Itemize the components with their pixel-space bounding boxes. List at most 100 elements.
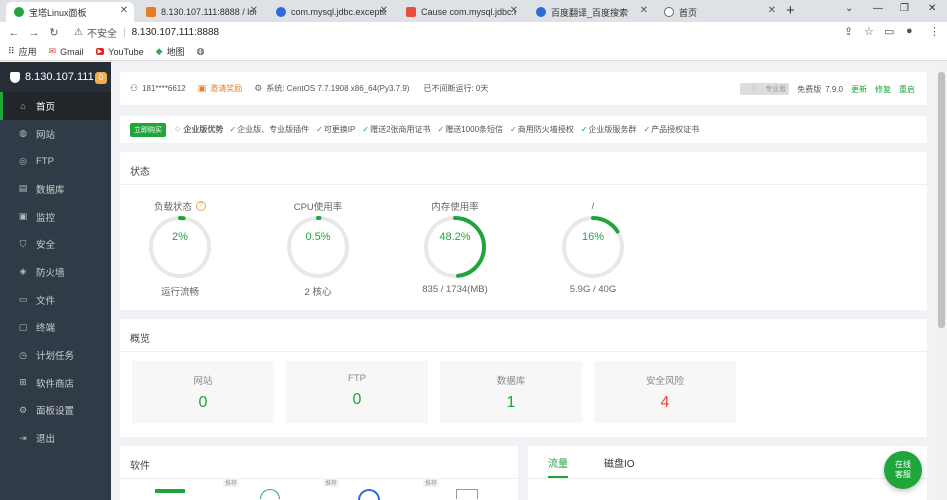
check-icon: ✓	[362, 125, 370, 134]
divider	[120, 478, 518, 479]
divider	[120, 184, 927, 185]
browser-tab-bt-panel[interactable]: 宝塔Linux面板 ✕	[6, 2, 134, 22]
gauge-disk[interactable]: / 16% 5.9G / 40G	[538, 199, 648, 295]
sidebar-item-logout[interactable]: ⇥ 退出	[0, 424, 111, 452]
edition-label: 免费版	[797, 84, 822, 94]
pro-badge[interactable]: ♢ 专业版	[739, 83, 790, 95]
sidebar-item-terminal[interactable]: ▢ 终端	[0, 314, 111, 342]
close-icon[interactable]: ✕	[768, 5, 776, 16]
server-host: 8.130.107.111	[25, 71, 94, 83]
software-icon[interactable]	[260, 489, 280, 499]
close-icon[interactable]: ✕	[250, 5, 258, 16]
help-icon[interactable]: ?	[196, 201, 206, 211]
browser-tab-cause[interactable]: Cause com.mysql.jdbc.ex ✕	[398, 2, 524, 22]
gmail-icon: ✉	[48, 46, 57, 56]
sidebar-item-store[interactable]: ⊞ 软件商店	[0, 369, 111, 397]
bookmark-gmail[interactable]: ✉ Gmail	[49, 46, 84, 57]
reload-icon[interactable]: ↻	[44, 26, 64, 39]
sidebar-item-firewall[interactable]: ◈ 防火墙	[0, 258, 111, 286]
stat-value[interactable]: 0	[286, 391, 428, 409]
sidebar-item-database[interactable]: ▤ 数据库	[0, 175, 111, 203]
close-icon[interactable]: ✕	[640, 5, 648, 16]
stat-label: 网站	[193, 376, 213, 387]
sidebar-item-cron[interactable]: ◷ 计划任务	[0, 341, 111, 369]
repair-link[interactable]: 修复	[875, 84, 891, 95]
scrollbar-thumb[interactable]	[938, 72, 945, 328]
stat-card-website[interactable]: 网站 0	[132, 361, 274, 423]
browser-tab-baidu-translate[interactable]: 百度翻译_百度搜索 ✕	[528, 2, 654, 22]
sidepanel-icon[interactable]: ▭	[884, 25, 894, 38]
sidebar-item-files[interactable]: ▭ 文件	[0, 286, 111, 314]
feature-item: ✓商用防火墙授权	[510, 125, 574, 134]
buy-now-button[interactable]: 立即购买	[130, 122, 166, 137]
gauge-cpu[interactable]: CPU使用率 0.5% 2 核心	[263, 199, 373, 298]
star-icon[interactable]: ☆	[864, 25, 874, 38]
restart-link[interactable]: 重启	[899, 84, 915, 95]
software-icon[interactable]	[456, 489, 478, 499]
bookmark-globe[interactable]: ◍	[197, 46, 209, 57]
recommend-badge: 推荐	[323, 478, 340, 487]
check-icon: ✓	[437, 125, 445, 134]
globe-icon	[664, 7, 674, 17]
close-icon[interactable]: ✕	[510, 5, 518, 16]
close-icon[interactable]: ✕	[380, 5, 388, 16]
share-icon[interactable]: ⇪	[844, 25, 853, 38]
browser-tab-strip: 宝塔Linux面板 ✕ 8.130.107.111:8888 / loca ✕ …	[0, 0, 947, 22]
message-badge[interactable]: 0	[95, 72, 107, 84]
window-close-icon[interactable]: ✕	[928, 3, 936, 14]
check-icon: ✓	[643, 125, 651, 134]
gauge-ring	[287, 216, 349, 278]
traffic-tabs: 流量 磁盘IO	[548, 455, 671, 478]
bookmark-maps[interactable]: ◆ 地图	[156, 45, 185, 58]
minimize-icon[interactable]: —	[873, 3, 883, 14]
uptime: 已不间断运行: 0天	[423, 84, 489, 93]
software-icon[interactable]	[155, 489, 185, 493]
close-icon[interactable]: ✕	[120, 5, 128, 16]
insecure-label: 不安全	[86, 29, 117, 40]
bookmark-youtube[interactable]: ▶ YouTube	[95, 47, 144, 57]
stat-value[interactable]: 1	[440, 394, 582, 412]
warning-icon: ⚠	[74, 27, 83, 38]
update-link[interactable]: 更新	[851, 84, 867, 95]
browser-tab-phpmyadmin[interactable]: 8.130.107.111:8888 / loca ✕	[138, 2, 264, 22]
sidebar-item-home[interactable]: ⌂ 首页	[0, 92, 111, 120]
browser-tab-mysql-exception[interactable]: com.mysql.jdbc.exceptio ✕	[268, 2, 394, 22]
sidebar-item-security[interactable]: ⛉ 安全	[0, 230, 111, 258]
divider: |	[122, 27, 126, 38]
user-account[interactable]: ⚇ 181****6612	[130, 83, 186, 94]
globe-icon: ◍	[19, 128, 27, 139]
new-tab-button[interactable]: +	[786, 2, 795, 19]
sidebar-item-settings[interactable]: ⚙ 面板设置	[0, 397, 111, 425]
diamond-icon: ♢	[750, 86, 758, 93]
gauge-label: /	[591, 200, 595, 212]
gauge-memory[interactable]: 内存使用率 48.2% 835 / 1734(MB)	[400, 199, 510, 295]
gauge-load[interactable]: 负载状态? 2% 运行流畅	[125, 199, 235, 298]
stat-card-ftp[interactable]: FTP 0	[286, 361, 428, 423]
stat-value[interactable]: 4	[594, 394, 736, 412]
security-icon: ⛉	[19, 238, 27, 249]
sidebar-item-website[interactable]: ◍ 网站	[0, 120, 111, 148]
stat-card-security-risk[interactable]: 安全风险 4	[594, 361, 736, 423]
tab-search-icon[interactable]: ⌄	[845, 3, 853, 14]
software-icon[interactable]	[358, 489, 380, 500]
stat-value[interactable]: 0	[132, 394, 274, 412]
invite-reward-link[interactable]: ▣ 邀请奖励	[198, 83, 243, 94]
browser-tab-home[interactable]: 首页 ✕	[656, 2, 782, 22]
avatar[interactable]: ●	[906, 25, 913, 37]
sidebar-item-ftp[interactable]: ◎ FTP	[0, 147, 111, 175]
menu-icon[interactable]: ⋮	[929, 25, 940, 38]
feature-item: ✓赠送2张商用证书	[362, 125, 431, 134]
sidebar-item-monitor[interactable]: ▣ 监控	[0, 203, 111, 231]
gauge-detail: 5.9G / 40G	[569, 284, 617, 295]
scrollbar[interactable]	[936, 62, 947, 500]
stat-card-database[interactable]: 数据库 1	[440, 361, 582, 423]
gauge-label: 内存使用率	[431, 202, 479, 213]
address-bar[interactable]: ⚠ 不安全 | 8.130.107.111:8888	[74, 24, 834, 41]
tab-traffic[interactable]: 流量	[548, 455, 568, 478]
back-icon[interactable]: ←	[4, 27, 24, 39]
maximize-icon[interactable]: ❐	[900, 3, 909, 14]
forward-icon[interactable]: →	[24, 27, 44, 39]
tab-disk-io[interactable]: 磁盘IO	[604, 455, 635, 478]
online-support-button[interactable]: 在线 客服	[884, 451, 922, 489]
bookmark-apps[interactable]: ⠿ 应用	[8, 45, 37, 58]
